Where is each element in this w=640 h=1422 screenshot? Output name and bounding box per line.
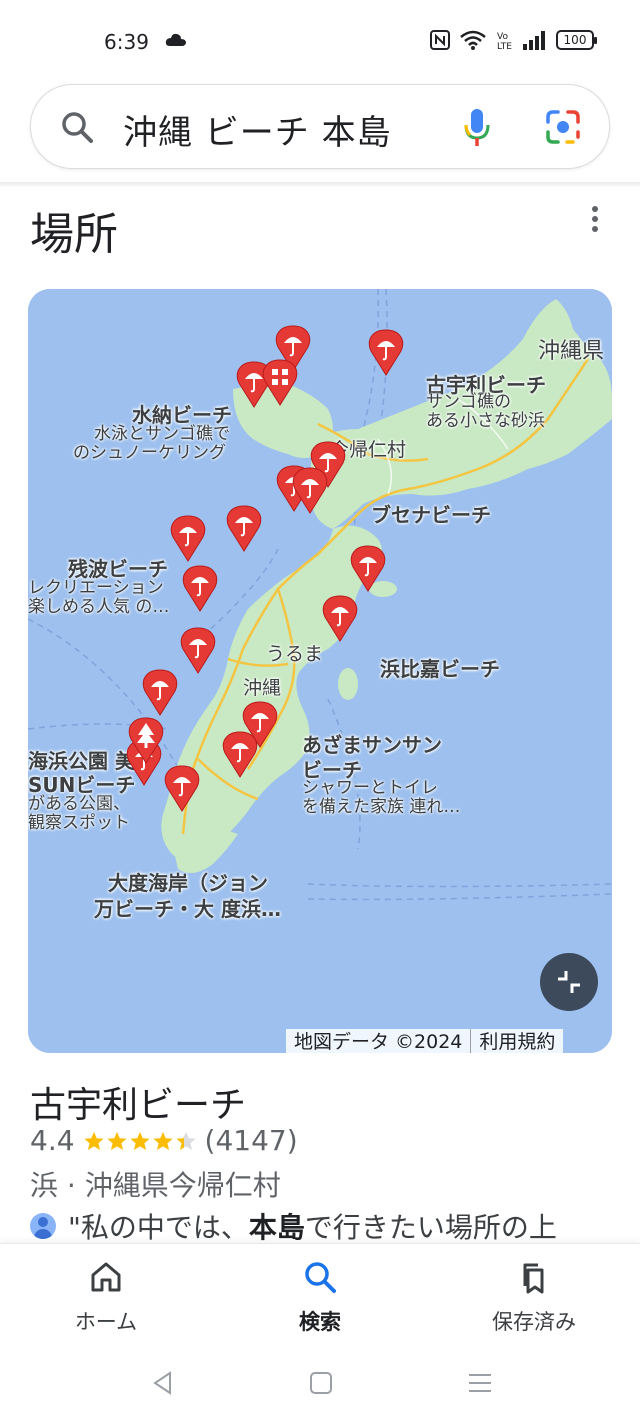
recents-menu-icon[interactable] [467,1370,493,1396]
home-square-icon[interactable] [309,1370,333,1396]
mic-icon[interactable] [461,107,493,149]
map-label-odo-title1[interactable]: 大度海岸（ジョン [108,867,268,896]
map-data-credit[interactable]: 地図データ ©2024 [286,1029,470,1053]
map-pin-beach[interactable] [322,595,358,643]
map-pin-park[interactable] [128,717,164,765]
nav-saved-label: 保存済み [492,1310,576,1334]
search-nav-icon [305,1262,336,1293]
place-name[interactable]: 古宇利ビーチ [30,1076,246,1128]
map-background [28,289,612,1053]
map-label-busena[interactable]: ブセナビーチ [371,499,491,528]
map-label-hamahiga[interactable]: 浜比嘉ビーチ [380,653,500,682]
map-pin-beach[interactable] [368,329,404,377]
map-pin-beach[interactable] [180,627,216,675]
map-label-minna-sub2: のシュノーケリング [73,443,226,463]
review-text-suffix: で行きたい場所の上 [304,1211,557,1244]
review-snippet[interactable]: "私の中では、 本島 で行きたい場所の上 [30,1208,640,1244]
star-icon [129,1131,150,1150]
svg-text:LTE: LTE [497,42,512,50]
svg-text:Vo: Vo [497,32,508,42]
volte-icon: VoLTE [497,32,512,50]
nav-saved[interactable]: 保存済み [464,1260,604,1336]
map-pin-beach[interactable] [164,765,200,813]
cloud-icon [165,33,186,46]
place-meta: 浜 · 沖縄県今帰仁村 [30,1169,281,1202]
signal-icon [523,31,545,50]
wifi-icon [460,30,486,50]
map-label-okinawa-city: 沖縄 [243,677,282,699]
map-footer: 地図データ ©2024 利用規約 [286,1029,564,1053]
search-input[interactable]: 沖縄 ビーチ 本島 [123,105,392,154]
star-icon [175,1131,196,1150]
bottom-nav: ホーム 検索 保存済み [0,1243,640,1352]
status-time: 6:39 [104,30,149,54]
section-title: 場所 [30,209,118,260]
map-label-minna-sub1: 水泳とサンゴ礁で [94,424,230,444]
map-label-odo-title2[interactable]: 万ビーチ・大 度浜… [94,893,281,922]
nav-search-label: 検索 [299,1310,341,1334]
star-icon [152,1131,173,1150]
star-rating [83,1130,197,1152]
nfc-icon [430,30,450,50]
header-divider [0,182,640,188]
map-label-kaihin-sub2: 観察スポット [28,813,130,833]
map-pin-beach[interactable] [350,545,386,593]
star-icon [106,1131,127,1150]
nav-home-label: ホーム [74,1310,138,1334]
saved-bookmark-icon [523,1263,544,1294]
collapse-map-button[interactable] [540,953,598,1011]
nav-search[interactable]: 検索 [250,1260,390,1336]
reviewer-avatar [30,1213,56,1239]
map-pin-shop[interactable] [262,359,298,407]
review-text-highlight: 本島 [248,1211,305,1244]
search-bar[interactable]: 沖縄 ビーチ 本島 [30,84,610,169]
map-pin-beach[interactable] [292,467,328,515]
rating-row: 4.4 (4147) [30,1124,298,1157]
map-label-kouri-sub2: ある小さな砂浜 [426,411,545,431]
map-pin-beach[interactable] [226,505,262,553]
map-pin-beach[interactable] [170,515,206,563]
lens-icon[interactable] [545,109,581,145]
review-text-prefix: "私の中では、 [68,1211,249,1244]
map-view[interactable]: 沖縄県 古宇利ビーチ サンゴ礁の ある小さな砂浜 水納ビーチ 水泳とサンゴ礁で … [28,289,612,1053]
map-label-zanpa-sub1: レクリエーション [28,578,164,598]
nav-home[interactable]: ホーム [36,1260,176,1336]
home-icon [91,1262,121,1292]
map-label-kaihin-sub1: がある公園、 [28,794,130,814]
status-bar: 6:39 Vo LTE 100 [0,0,640,84]
system-nav-bar [0,1352,640,1422]
search-icon [62,112,93,143]
map-pin-beach[interactable] [222,731,258,779]
map-label-azama-sub2: を備えた家族 連れ… [302,797,461,817]
battery-icon: 100 [556,30,597,50]
map-pin-beach[interactable] [142,669,178,717]
review-count[interactable]: (4147) [205,1124,298,1157]
status-icons: Vo LTE 100 [430,30,597,50]
map-label-kouri-sub1: サンゴ礁の [426,392,511,412]
map-label-azama-sub1: シャワーとトイレ [302,778,438,798]
map-label-uruma: うるま [266,643,324,665]
rating-value: 4.4 [30,1124,75,1157]
map-terms-link[interactable]: 利用規約 [471,1029,563,1053]
battery-level: 100 [563,33,587,47]
map-label-zanpa-sub2: 楽しめる人気 の… [28,597,170,617]
collapse-icon [558,971,580,993]
back-icon[interactable] [150,1370,176,1396]
map-pin-beach[interactable] [182,565,218,613]
more-options-icon[interactable] [584,205,606,233]
star-icon [83,1131,104,1150]
map-label-okinawa-pref: 沖縄県 [538,339,605,364]
